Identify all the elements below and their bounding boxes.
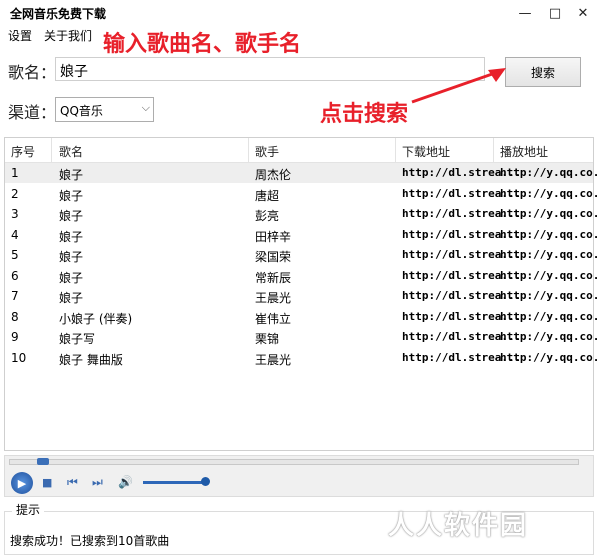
maximize-button[interactable]: □: [544, 3, 566, 23]
stop-icon[interactable]: ■: [42, 476, 52, 489]
title-bar: 全网音乐免费下载 — □ ✕: [0, 0, 600, 26]
cell-index: 8: [11, 309, 19, 324]
cell-song: 娘子: [59, 291, 84, 305]
cell-index: 10: [11, 350, 27, 365]
table-row[interactable]: 4娘子田梓辛http://dl.strea...http://y.qq.co..…: [5, 225, 600, 245]
cell-song: 娘子 舞曲版: [59, 352, 123, 367]
table-row[interactable]: 2娘子唐超http://dl.strea...http://y.qq.co...: [5, 184, 600, 204]
play-icon[interactable]: ▶: [11, 472, 33, 494]
cell-index: 6: [11, 268, 19, 283]
cell-play-url: http://y.qq.co...: [500, 268, 600, 282]
cell-artist: 常新辰: [255, 270, 292, 285]
annotation-input-hint: 输入歌曲名、歌手名: [103, 31, 302, 57]
header-index[interactable]: 序号: [11, 143, 35, 160]
table-header: 序号 歌名 歌手 下载地址 播放地址: [5, 138, 593, 163]
cell-artist: 梁国荣: [255, 250, 292, 264]
cell-song: 娘子写: [59, 332, 96, 346]
status-message: 搜索成功！已搜索到10首歌曲: [10, 534, 170, 548]
seek-bar[interactable]: [9, 459, 579, 465]
previous-icon[interactable]: ⏮: [67, 475, 78, 490]
cell-artist: 崔伟立: [255, 311, 292, 326]
table-row[interactable]: 10 娘子 舞曲版 王晨光 http://dl.strea... http://y.qq…: [5, 348, 600, 368]
channel-label: 渠道：: [8, 103, 57, 122]
channel-select-value: QQ音乐: [60, 104, 103, 118]
cell-song: 娘子: [59, 250, 84, 264]
seek-handle[interactable]: [37, 458, 49, 465]
cell-index: 7: [11, 289, 19, 303]
table-row[interactable]: 6娘子常新辰http://dl.strea...http://y.qq.co..…: [5, 266, 600, 286]
volume-knob[interactable]: [201, 477, 210, 486]
table-row[interactable]: 8 小娘子 (伴奏) 崔伟立 http://dl.strea... http://y.q…: [5, 307, 600, 327]
cell-play-url: http://y.qq.co...: [500, 330, 600, 343]
media-player: ▶ ■ ⏮ ⏭ 🔊: [4, 455, 594, 497]
table-row[interactable]: 9娘子写栗锦http://dl.strea...http://y.qq.co..…: [5, 327, 600, 347]
header-play[interactable]: 播放地址: [500, 143, 548, 160]
song-label: 歌名：: [8, 63, 57, 82]
cell-play-url: http://y.qq.co...: [500, 289, 600, 302]
cell-artist: 唐超: [255, 188, 280, 203]
table-row[interactable]: 1娘子周杰伦http://dl.strea...http://y.qq.co..…: [5, 163, 600, 183]
menu-settings[interactable]: 设置: [8, 27, 32, 44]
table-row[interactable]: 7娘子王晨光http://dl.strea...http://y.qq.co..…: [5, 286, 600, 306]
cell-play-url: http://y.qq.co...: [500, 350, 600, 364]
cell-song: 娘子: [59, 270, 84, 285]
cell-play-url: http://y.qq.co...: [500, 166, 600, 179]
header-artist[interactable]: 歌手: [255, 143, 279, 160]
cell-index: 3: [11, 207, 19, 221]
cell-index: 4: [11, 227, 19, 242]
volume-icon[interactable]: 🔊: [118, 475, 133, 489]
header-song[interactable]: 歌名: [59, 143, 83, 160]
cell-song: 娘子: [59, 168, 84, 182]
cell-song: 娘子: [59, 229, 84, 244]
next-icon[interactable]: ⏭: [92, 475, 103, 490]
window-title: 全网音乐免费下载: [10, 7, 107, 21]
cell-index: 5: [11, 248, 19, 262]
cell-artist: 栗锦: [255, 332, 280, 346]
cell-artist: 王晨光: [255, 291, 292, 305]
cell-artist: 王晨光: [255, 352, 292, 367]
cell-play-url: http://y.qq.co...: [500, 207, 600, 220]
tips-label: 提示: [12, 501, 45, 518]
menu-about[interactable]: 关于我们: [44, 27, 92, 44]
cell-song: 小娘子 (伴奏): [59, 311, 133, 326]
annotation-search-hint: 点击搜索: [320, 101, 409, 127]
annotation-arrow-icon: [411, 68, 506, 104]
search-button[interactable]: 搜索: [505, 57, 581, 87]
channel-select[interactable]: QQ音乐 ⌵: [55, 97, 154, 122]
minimize-button[interactable]: —: [514, 3, 536, 23]
cell-index: 1: [11, 166, 19, 180]
close-button[interactable]: ✕: [572, 3, 594, 23]
table-row[interactable]: 3娘子彭亮http://dl.strea...http://y.qq.co...: [5, 204, 600, 224]
header-download[interactable]: 下载地址: [402, 143, 450, 160]
cell-play-url: http://y.qq.co...: [500, 248, 600, 261]
cell-index: 9: [11, 330, 19, 344]
table-row[interactable]: 5娘子梁国荣http://dl.strea...http://y.qq.co..…: [5, 245, 600, 265]
cell-play-url: http://y.qq.co...: [500, 186, 600, 200]
cell-play-url: http://y.qq.co...: [500, 227, 600, 241]
cell-artist: 彭亮: [255, 209, 280, 223]
cell-song: 娘子: [59, 188, 84, 203]
cell-artist: 周杰伦: [255, 168, 292, 182]
results-table: 序号 歌名 歌手 下载地址 播放地址 1 娘子 周杰伦 http://dl.strea…: [4, 137, 600, 451]
chevron-down-icon: ⌵: [141, 101, 150, 114]
volume-slider[interactable]: [143, 481, 207, 484]
cell-artist: 田梓辛: [255, 229, 292, 244]
cell-song: 娘子: [59, 209, 84, 223]
watermark: 人人软件园: [388, 511, 529, 541]
cell-play-url: http://y.qq.co...: [500, 309, 600, 323]
cell-index: 2: [11, 186, 19, 201]
